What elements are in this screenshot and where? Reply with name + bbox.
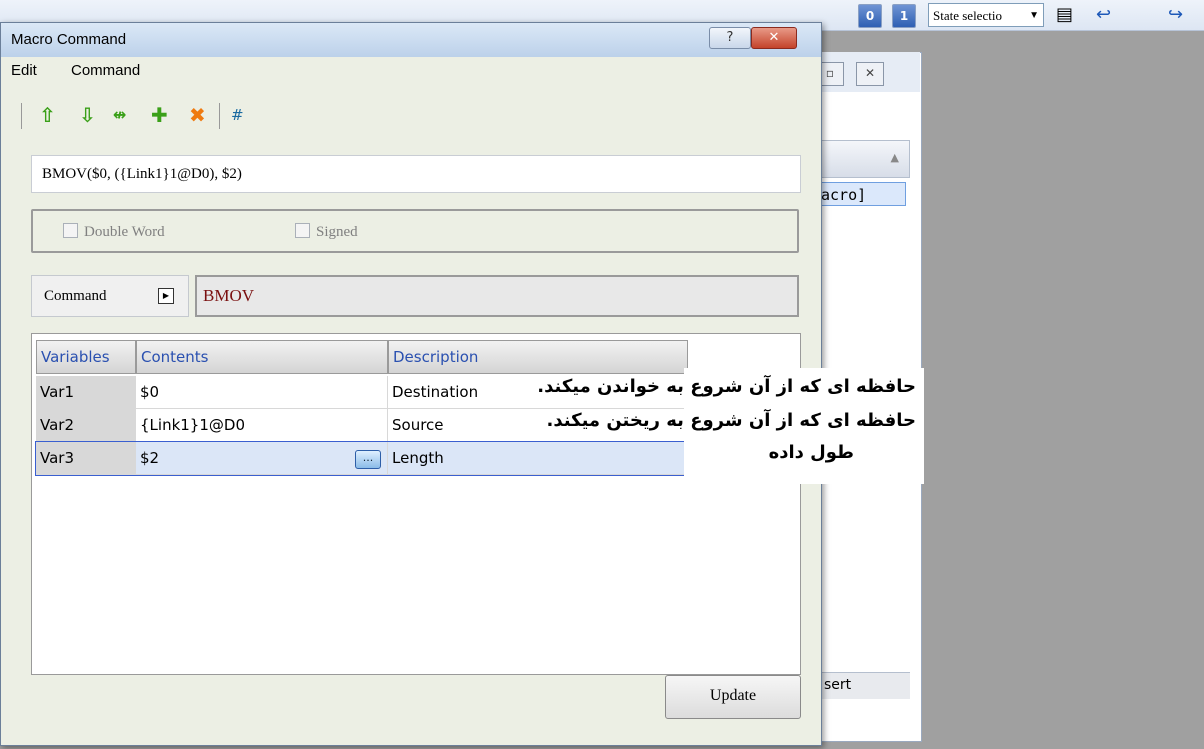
help-button[interactable]: ? [709,27,751,49]
add-icon[interactable]: ✚ [151,95,168,135]
move-down-icon[interactable]: ⇩ [79,95,96,135]
signed-label: Signed [316,224,358,240]
update-button[interactable]: Update [665,675,801,719]
command-button[interactable]: Command ▶ [31,275,189,317]
command-label: Command [44,288,107,304]
background-list-header[interactable]: ▲ [812,140,910,178]
toolbar-button-0[interactable]: 0 [858,4,882,28]
menu-bar: Edit Command [1,57,821,83]
checkbox-box [63,223,78,238]
checkbox-box [295,223,310,238]
background-panel-header: ▫ ✕ [812,52,920,92]
browse-ellipsis-button[interactable]: ... [355,450,381,469]
contents-cell[interactable]: {Link1}1@D0 [136,409,388,442]
menu-edit[interactable]: Edit [11,62,37,79]
signed-checkbox[interactable]: Signed [295,223,358,241]
close-icon[interactable]: ✕ [856,62,884,86]
column-header-contents[interactable]: Contents [136,340,388,374]
title-bar[interactable]: Macro Command ? ✕ [1,23,821,57]
chevron-right-icon: ▶ [158,288,174,304]
swap-icon[interactable]: ↮ [113,95,126,135]
annotation-line: حافظه ای که از آن شروع به خواندن میکند. [537,376,916,397]
contents-cell[interactable]: $0 [136,376,388,409]
annotation-line: طول داده [768,442,854,463]
double-word-label: Double Word [84,224,165,240]
state-select-label: State selectio [933,8,1002,23]
annotation-box: حافظه ای که از آن شروع به خواندن میکند. … [537,368,924,484]
command-display: BMOV [195,275,799,317]
annotation-line: حافظه ای که از آن شروع به ریختن میکند. [546,410,916,431]
toolbar-separator [21,103,22,129]
background-list-item[interactable]: acro] [818,182,906,206]
undo-icon[interactable]: ↩ [1096,4,1111,25]
contents-cell[interactable]: $2 ... [136,442,388,475]
var-cell: Var3 [36,442,136,475]
var-cell: Var2 [36,409,136,442]
sort-up-icon: ▲ [890,151,899,164]
var-cell: Var1 [36,376,136,409]
table-row-selected[interactable]: Var3 $2 ... Length [35,441,689,476]
dialog-title: Macro Command [11,31,127,48]
description-cell: Length [388,442,688,475]
menu-command[interactable]: Command [71,62,140,79]
toolbar-separator [219,103,220,129]
state-select[interactable]: State selectio ▼ [928,3,1044,27]
move-up-icon[interactable]: ⇧ [39,95,56,135]
double-word-checkbox[interactable]: Double Word [63,223,165,241]
properties-icon[interactable]: ▤ [1056,4,1073,25]
column-header-description[interactable]: Description [388,340,688,374]
redo-icon[interactable]: ↪ [1168,4,1183,25]
close-button[interactable]: ✕ [751,27,797,49]
options-group: Double Word Signed [31,209,799,253]
chevron-down-icon: ▼ [1029,10,1039,21]
column-header-variables[interactable]: Variables [36,340,136,374]
number-icon[interactable]: # [231,95,244,135]
formula-field[interactable]: BMOV($0, ({Link1}1@D0), $2) [31,155,801,193]
delete-icon[interactable]: ✖ [189,95,206,135]
status-text: sert [824,677,852,693]
contents-value: $2 [140,449,160,467]
toolbar-button-1[interactable]: 1 [892,4,916,28]
background-status-bar: sert [820,672,910,699]
